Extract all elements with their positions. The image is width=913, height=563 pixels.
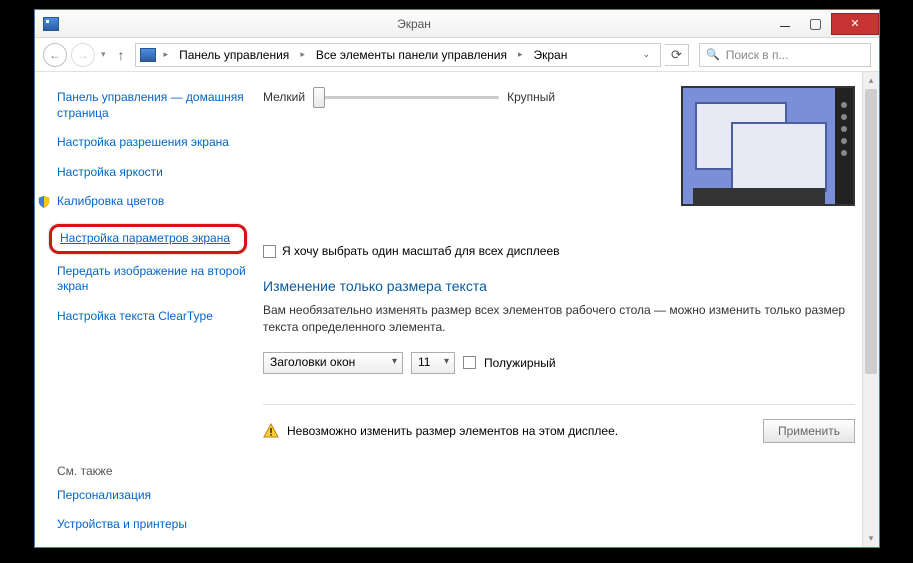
search-input[interactable]: Поиск в п...: [699, 43, 871, 67]
sidebar-link-color-calibration[interactable]: Калибровка цветов: [57, 194, 247, 210]
back-button[interactable]: ←: [43, 43, 67, 67]
scrollbar[interactable]: ▴ ▾: [862, 72, 879, 547]
monitor-icon: [140, 48, 156, 62]
address-bar[interactable]: ▸ Панель управления ▸ Все элементы панел…: [135, 43, 661, 67]
body: Панель управления — домашняя страница На…: [35, 72, 879, 547]
maximize-button[interactable]: [800, 13, 831, 35]
window-controls: [769, 13, 879, 35]
minimize-button[interactable]: [769, 13, 800, 35]
refresh-button[interactable]: ⟳: [665, 44, 689, 66]
see-also-heading: См. также: [57, 464, 247, 478]
window-title: Экран: [59, 17, 769, 31]
history-dropdown[interactable]: ▾: [99, 49, 108, 60]
monitor-icon: [43, 17, 59, 31]
scroll-thumb[interactable]: [865, 89, 877, 374]
footer-row: Невозможно изменить размер элементов на …: [263, 404, 855, 443]
titlebar: Экран: [35, 10, 879, 38]
apply-button[interactable]: Применить: [763, 419, 855, 443]
select-value: Заголовки окон: [270, 355, 355, 369]
content-area: Мелкий Крупный Я хочу выбрать один масшт…: [259, 72, 879, 547]
shield-icon: [37, 195, 51, 209]
window: Экран ← → ▾ ↑ ▸ Панель управления ▸ Все …: [34, 9, 880, 548]
select-value: 11: [418, 355, 430, 369]
slider-thumb[interactable]: [313, 87, 325, 108]
warning-text: Невозможно изменить размер элементов на …: [287, 424, 618, 438]
up-button[interactable]: ↑: [112, 47, 131, 63]
bold-checkbox[interactable]: [463, 356, 476, 369]
forward-button[interactable]: →: [71, 43, 95, 67]
breadcrumb-item[interactable]: Панель управления: [176, 46, 292, 64]
search-placeholder: Поиск в п...: [726, 48, 789, 62]
breadcrumb-item[interactable]: Экран: [531, 46, 571, 64]
scroll-down-button[interactable]: ▾: [863, 530, 879, 547]
chevron-right-icon[interactable]: ▸: [296, 49, 309, 60]
bold-label: Полужирный: [484, 356, 556, 370]
sidebar-link-personalization[interactable]: Персонализация: [57, 488, 247, 504]
navigation-bar: ← → ▾ ↑ ▸ Панель управления ▸ Все элемен…: [35, 38, 879, 72]
sidebar-link-devices-printers[interactable]: Устройства и принтеры: [57, 517, 247, 533]
section-title: Изменение только размера текста: [263, 278, 855, 294]
checkbox-label: Я хочу выбрать один масштаб для всех дис…: [282, 244, 560, 258]
chevron-right-icon[interactable]: ▸: [514, 49, 527, 60]
size-select[interactable]: 11: [411, 352, 455, 374]
address-dropdown[interactable]: ⌄: [636, 47, 656, 62]
sidebar: Панель управления — домашняя страница На…: [35, 72, 259, 547]
sidebar-link-label: Калибровка цветов: [57, 194, 164, 208]
slider-max-label: Крупный: [507, 90, 555, 104]
element-select[interactable]: Заголовки окон: [263, 352, 403, 374]
sidebar-link-resolution[interactable]: Настройка разрешения экрана: [57, 135, 247, 151]
warning-row: Невозможно изменить размер элементов на …: [263, 423, 618, 439]
display-preview: [681, 86, 855, 206]
scale-slider[interactable]: [313, 96, 499, 99]
single-scale-row: Я хочу выбрать один масштаб для всех дис…: [263, 244, 855, 258]
section-body: Вам необязательно изменять размер всех э…: [263, 302, 855, 336]
sidebar-link-label: Настройка параметров экрана: [60, 231, 230, 245]
text-size-controls: Заголовки окон 11 Полужирный: [263, 352, 855, 374]
sidebar-home-link[interactable]: Панель управления — домашняя страница: [57, 90, 247, 121]
sidebar-link-cleartype[interactable]: Настройка текста ClearType: [57, 309, 247, 325]
single-scale-checkbox[interactable]: [263, 245, 276, 258]
sidebar-link-project[interactable]: Передать изображение на второй экран: [57, 264, 247, 295]
slider-min-label: Мелкий: [263, 90, 305, 104]
breadcrumb-item[interactable]: Все элементы панели управления: [313, 46, 510, 64]
close-button[interactable]: [831, 13, 879, 35]
scroll-up-button[interactable]: ▴: [863, 72, 879, 89]
sidebar-link-brightness[interactable]: Настройка яркости: [57, 165, 247, 181]
sidebar-link-display-settings[interactable]: Настройка параметров экрана: [49, 224, 247, 254]
chevron-right-icon[interactable]: ▸: [160, 49, 173, 60]
warning-icon: [263, 423, 279, 439]
